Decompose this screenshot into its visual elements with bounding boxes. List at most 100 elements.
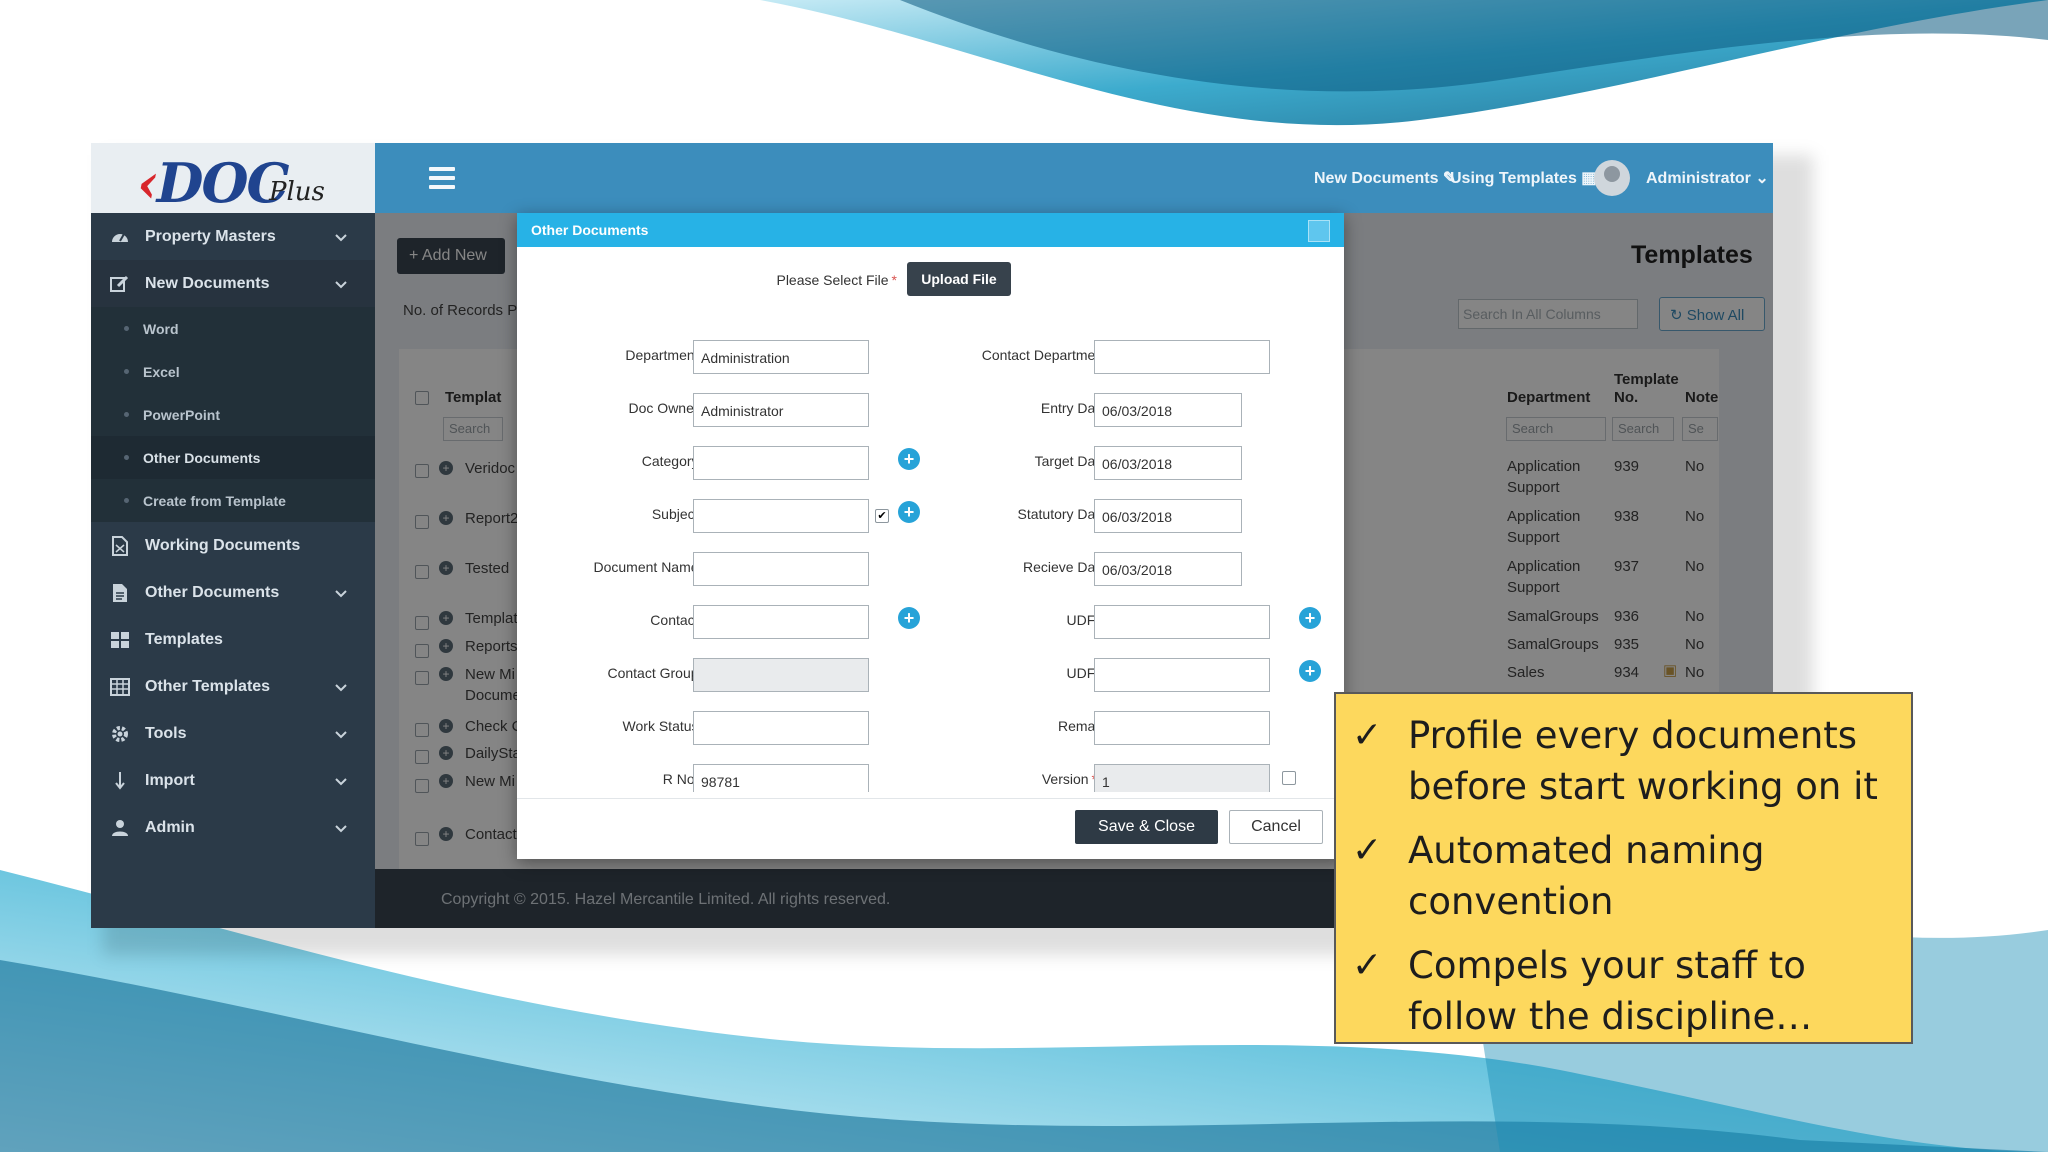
callout-point-text: Profile every documents before start wor… [1408,714,1878,808]
category-field[interactable] [693,446,869,480]
top-navbar: New Documents ✎ Using Templates ▦ Admini… [375,143,1773,213]
logo-subtext: Plus [269,177,325,207]
chevron-down-icon [335,726,347,744]
add-udf-2-icon[interactable]: + [1299,660,1321,682]
label-udf-2: UDF 2 [1066,665,1107,681]
label-text: Department [625,347,699,363]
remark-field[interactable] [1094,711,1270,745]
label-text: Document Name [593,559,699,575]
recieve-date-field[interactable]: 06/03/2018 [1094,552,1242,586]
contact-field[interactable] [693,605,869,639]
sidebar-subitem-word[interactable]: Word [91,307,375,350]
sidebar-item-other-documents[interactable]: Other Documents [91,569,375,616]
brand-logo[interactable]: ‹DOC Plus [91,143,375,215]
contact-department-field[interactable] [1094,340,1270,374]
top-link-using-templates[interactable]: Using Templates ▦ [1450,168,1596,188]
sidebar-item-admin[interactable]: Admin [91,804,375,851]
user-menu[interactable]: Administrator ⌄ [1646,168,1769,188]
logo-mark: ‹DOC [137,151,290,215]
subject-checkbox[interactable]: ✔ [875,509,889,523]
label-statutory-date: Statutory Date [1017,506,1108,522]
version-checkbox[interactable] [1282,771,1296,785]
udf-2-field[interactable] [1094,658,1270,692]
doc-owner-field[interactable]: Administrator [693,393,869,427]
add-subject-icon[interactable]: + [898,501,920,523]
modal-title: Other Documents [517,213,1344,247]
save-and-close-button[interactable]: Save & Close [1075,810,1218,844]
r-no-field[interactable]: 98781 [693,764,869,792]
sidebar-item-label: Admin [145,818,195,836]
sidebar-item-label: Property Masters [145,227,276,245]
checkmark-icon: ✓ [1352,945,1383,986]
bullet-icon [124,498,129,503]
label-document-name: Document Name* [537,559,708,575]
sidebar-subitem-label: Word [143,320,179,337]
sidebar-subitem-powerpoint[interactable]: PowerPoint [91,393,375,436]
checkmark-icon: ✓ [1352,830,1383,871]
sidebar-subitem-create-from-template[interactable]: Create from Template [91,479,375,522]
entry-date-field[interactable]: 06/03/2018 [1094,393,1242,427]
hamburger-menu-icon[interactable] [429,167,455,189]
sidebar-item-label: Templates [145,630,223,648]
top-link-label: Using Templates [1450,170,1577,187]
add-udf-1-icon[interactable]: + [1299,607,1321,629]
sidebar-item-templates[interactable]: Templates [91,616,375,663]
chevron-down-icon: ⌄ [1750,170,1769,187]
add-contact-icon[interactable]: + [898,607,920,629]
sidebar-item-tools[interactable]: Tools [91,710,375,757]
udf-1-field[interactable] [1094,605,1270,639]
sidebar-item-property-masters[interactable]: Property Masters [91,213,375,260]
sidebar-submenu-new-documents: Word Excel PowerPoint Other Documents Cr… [91,307,375,522]
sidebar-subitem-label: Create from Template [143,492,286,509]
target-date-field[interactable]: 06/03/2018 [1094,446,1242,480]
subject-field[interactable] [693,499,869,533]
sidebar: ‹DOC Plus Property Masters New Documents… [91,143,375,928]
callout-point: ✓ Compels your staff to follow the discip… [1352,940,1911,1042]
upload-file-button[interactable]: Upload File [907,262,1011,296]
other-documents-modal: Other Documents Please Select File * Uplo… [517,213,1344,859]
sidebar-item-other-templates[interactable]: Other Templates [91,663,375,710]
label-department: Department* [537,347,707,363]
sidebar-item-working-documents[interactable]: Working Documents [91,522,375,569]
top-link-label: New Documents [1314,170,1439,187]
callout-point-text: Compels your staff to follow the discipl… [1408,944,1813,1038]
work-status-field[interactable] [693,711,869,745]
checkmark-icon: ✓ [1352,715,1383,756]
label-text: Work Status [622,718,699,734]
table-icon [109,676,131,698]
sidebar-subitem-label: PowerPoint [143,406,221,423]
label-category: Category* [537,453,707,469]
feature-callout: ✓ Profile every documents before start wo… [1334,692,1913,1044]
label-text: Category [641,453,699,469]
statutory-date-field[interactable]: 06/03/2018 [1094,499,1242,533]
select-file-text: Please Select File [776,272,889,288]
label-r-no: R No.* [537,771,707,787]
label-contact-group: Contact Group* [537,665,707,681]
logo-text: DOC [156,151,290,215]
sidebar-subitem-other-documents[interactable]: Other Documents [91,436,375,479]
sidebar-item-label: Import [145,771,195,789]
document-icon [109,582,131,604]
department-field[interactable]: Administration [693,340,869,374]
sidebar-subitem-label: Other Documents [143,449,261,466]
label-text: Subject [651,506,699,522]
label-udf-1: UDF 1 [1066,612,1107,628]
sidebar-subitem-excel[interactable]: Excel [91,350,375,393]
cancel-button[interactable]: Cancel [1229,810,1323,844]
top-link-new-documents[interactable]: New Documents ✎ [1314,168,1456,188]
user-icon [109,817,131,839]
avatar[interactable] [1594,160,1630,196]
document-name-field[interactable] [693,552,869,586]
sidebar-item-label: Working Documents [145,536,301,554]
sidebar-item-import[interactable]: Import [91,757,375,804]
sidebar-item-label: Tools [145,724,187,742]
sidebar-item-label: New Documents [145,274,270,292]
chevron-down-icon [335,679,347,697]
close-icon[interactable] [1308,220,1330,242]
sidebar-item-new-documents[interactable]: New Documents [91,260,375,307]
add-category-icon[interactable]: + [898,448,920,470]
bullet-icon [124,326,129,331]
label-entry-date: Entry Date [1040,400,1107,416]
chevron-down-icon [335,773,347,791]
label-work-status: Work Status* [537,718,707,734]
